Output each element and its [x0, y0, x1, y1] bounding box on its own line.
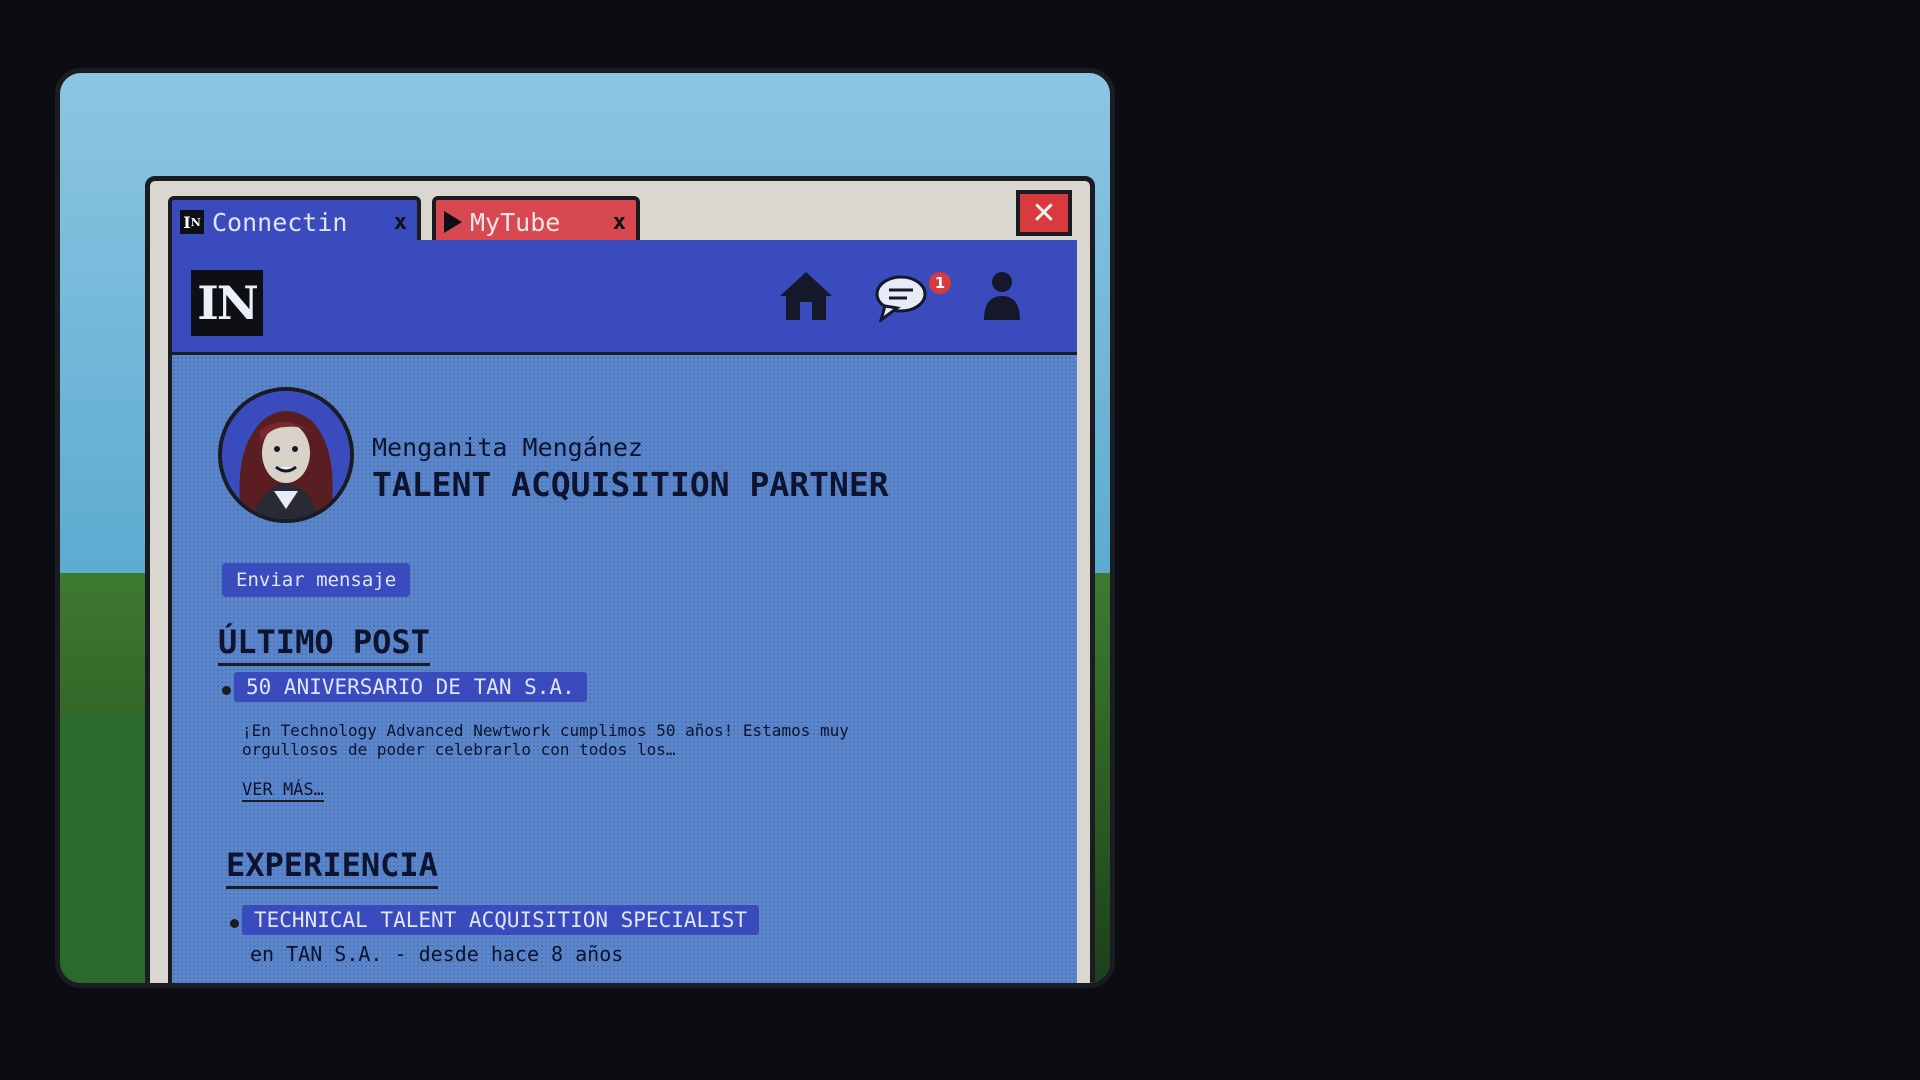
- notification-badge: 1: [929, 272, 951, 294]
- close-icon[interactable]: ✕: [1016, 190, 1072, 236]
- bullet: [230, 919, 239, 928]
- home-icon[interactable]: [778, 270, 834, 322]
- tab-close-icon[interactable]: x: [394, 210, 407, 235]
- monitor-screen: IN Connectin x MyTube x ✕ IN 1 Menganita…: [55, 68, 1115, 988]
- read-more-link[interactable]: VER MÁS…: [242, 780, 324, 802]
- experience-heading: EXPERIENCIA: [226, 846, 438, 889]
- tab-connectin[interactable]: IN Connectin x: [168, 196, 421, 244]
- brand-logo[interactable]: IN: [191, 270, 263, 336]
- brand-text: IN: [197, 276, 259, 330]
- send-message-button[interactable]: Enviar mensaje: [222, 563, 411, 597]
- profile-name: Menganita Mengánez: [372, 433, 643, 462]
- browser-window: IN Connectin x MyTube x ✕ IN 1 Menganita…: [145, 176, 1095, 983]
- post-title[interactable]: 50 ANIVERSARIO DE TAN S.A.: [234, 672, 587, 702]
- experience-job-title: TECHNICAL TALENT ACQUISITION SPECIALIST: [242, 905, 760, 935]
- connectin-logo-icon: IN: [180, 210, 204, 234]
- tab-close-icon[interactable]: x: [613, 210, 626, 235]
- post-excerpt: ¡En Technology Advanced Newtwork cumplim…: [242, 721, 849, 759]
- profile-page: IN 1 Menganita Mengánez TALENT ACQUISITI…: [168, 240, 1077, 983]
- tab-label: MyTube: [470, 207, 561, 237]
- bullet: [222, 686, 231, 695]
- latest-post-heading: ÚLTIMO POST: [218, 623, 430, 666]
- tab-mytube[interactable]: MyTube x: [432, 196, 640, 244]
- user-icon[interactable]: [982, 270, 1022, 322]
- avatar-illustration: [222, 391, 350, 519]
- chat-icon[interactable]: [875, 270, 935, 322]
- top-navbar: IN 1: [172, 240, 1077, 355]
- profile-title: TALENT ACQUISITION PARTNER: [372, 465, 889, 504]
- avatar: [218, 387, 354, 523]
- tab-label: Connectin: [212, 207, 348, 237]
- play-icon: [444, 211, 462, 233]
- experience-job-detail: en TAN S.A. - desde hace 8 años: [250, 942, 624, 966]
- game-scene: IN Connectin x MyTube x ✕ IN 1 Menganita…: [0, 0, 1920, 1080]
